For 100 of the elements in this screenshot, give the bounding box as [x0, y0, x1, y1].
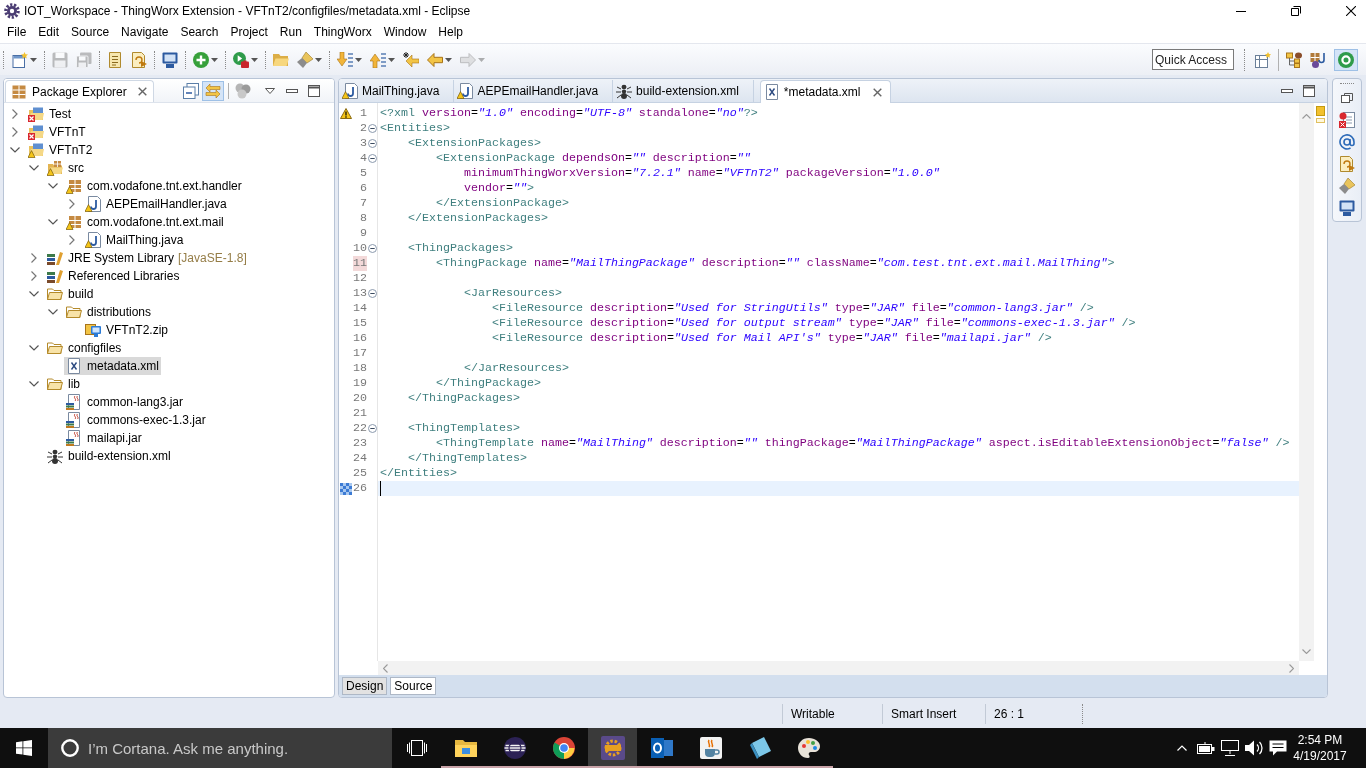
- close-icon: [1345, 6, 1356, 16]
- tree-item[interactable]: VFTnT: [26, 123, 88, 141]
- folder-icon: [454, 739, 477, 757]
- chevron-right-icon[interactable]: [12, 109, 18, 119]
- windows-logo-icon: [16, 740, 32, 756]
- grid-icon: [11, 83, 27, 100]
- collapse-icon[interactable]: [367, 244, 377, 253]
- books-icon: [47, 250, 63, 266]
- code-line: </JarResources>: [464, 361, 569, 376]
- tree-item[interactable]: src: [45, 159, 86, 177]
- tree-item[interactable]: lib: [45, 375, 82, 393]
- minimize-icon[interactable]: [1281, 88, 1293, 93]
- caret-icon: [355, 57, 362, 62]
- chevron-right-icon[interactable]: [69, 199, 75, 209]
- page-tab[interactable]: Source: [390, 677, 437, 695]
- menu-item[interactable]: Navigate: [115, 23, 175, 42]
- line-number: 3: [360, 136, 367, 151]
- editor-state: Writable: [791, 707, 835, 721]
- editor-tab[interactable]: *metadata.xml: [759, 80, 891, 103]
- tree-item[interactable]: com.vodafone.tnt.ext.handler: [64, 177, 244, 195]
- chevron-down-icon[interactable]: [29, 291, 39, 297]
- tree-item[interactable]: VFTnT2: [26, 141, 95, 159]
- chevron-right-icon[interactable]: [31, 253, 37, 263]
- tree-item[interactable]: mailapi.jar: [64, 429, 144, 447]
- collapse-icon[interactable]: [367, 124, 377, 133]
- tree-item[interactable]: com.vodafone.tnt.ext.mail: [64, 213, 226, 231]
- menu-item[interactable]: Help: [432, 23, 469, 42]
- code-line: <ExtensionPackages>: [408, 136, 541, 151]
- code-line: </ThingPackages>: [408, 391, 520, 406]
- editor-tab[interactable]: build-extension.xml: [613, 80, 754, 102]
- code-line: <FileResource description="Used for Mail API's" type="JAR" file="mailapi.jar" />: [492, 331, 1052, 346]
- chevron-down-icon[interactable]: [29, 345, 39, 351]
- link-with-editor-button[interactable]: [202, 80, 224, 101]
- toolbar-button[interactable]: [1336, 109, 1358, 131]
- page-tab[interactable]: Design: [342, 677, 388, 695]
- perspective-button[interactable]: [1334, 48, 1358, 71]
- editor-tab[interactable]: MailThing.java: [339, 80, 455, 102]
- xml-file-icon: [66, 358, 82, 374]
- menu-item[interactable]: ThingWorx: [307, 23, 378, 42]
- chevron-right-icon[interactable]: [31, 271, 37, 281]
- tree-item[interactable]: AEPEmailHandler.java: [83, 195, 229, 213]
- tree-item[interactable]: metadata.xml: [64, 357, 162, 375]
- tree-item[interactable]: Referenced Libraries: [45, 267, 182, 285]
- striped-circle-icon: [503, 737, 526, 759]
- collapse-icon[interactable]: [367, 424, 377, 433]
- chevron-right-icon[interactable]: [69, 235, 75, 245]
- collapse-icon[interactable]: [367, 289, 377, 298]
- chevron-down-icon[interactable]: [48, 183, 58, 189]
- chevron-down-icon[interactable]: [10, 147, 20, 153]
- collapse-icon[interactable]: [367, 154, 377, 163]
- tree-item[interactable]: distributions: [64, 303, 154, 321]
- link-arrows-icon: [205, 82, 221, 99]
- menu-item[interactable]: Search: [174, 23, 225, 42]
- search-field[interactable]: I’m Cortana. Ask me anything.: [48, 728, 392, 768]
- tree-item[interactable]: build-extension.xml: [45, 447, 173, 465]
- line-number: 15: [353, 316, 367, 331]
- chevron-down-icon[interactable]: [48, 309, 58, 315]
- tree-item[interactable]: Test: [26, 105, 73, 123]
- collapse-icon[interactable]: [367, 139, 377, 148]
- quick-access-field[interactable]: Quick Access: [1152, 49, 1234, 70]
- editor-tab[interactable]: AEPEmailHandler.java: [454, 80, 614, 102]
- ant-icon: [616, 83, 633, 99]
- chevron-down-icon[interactable]: [48, 219, 58, 225]
- folder-icon: [66, 304, 82, 320]
- tree-item[interactable]: configfiles: [45, 339, 124, 357]
- chevron-down-icon[interactable]: [29, 165, 39, 171]
- tree-item[interactable]: build: [45, 285, 96, 303]
- forward-icon: [460, 52, 476, 67]
- line-number: 5: [360, 166, 367, 181]
- tilted-tile-icon: [748, 737, 771, 759]
- tree-item[interactable]: commons-exec-1.3.jar: [64, 411, 208, 429]
- tree-item[interactable]: VFTnT2.zip: [83, 321, 170, 339]
- tree-item[interactable]: MailThing.java: [83, 231, 186, 249]
- tree-item[interactable]: JRE System Library [JavaSE-1.8]: [45, 249, 249, 267]
- caret-icon: [478, 57, 485, 62]
- close-icon[interactable]: [137, 87, 147, 96]
- minimize-icon: [286, 88, 298, 93]
- chevron-right-icon[interactable]: [12, 127, 18, 137]
- toolbar-button[interactable]: [1336, 131, 1358, 153]
- collapse-all-button[interactable]: [180, 80, 202, 101]
- menu-item[interactable]: Source: [65, 23, 116, 42]
- ant-icon: [47, 448, 63, 464]
- code-line: <ThingPackages>: [408, 241, 513, 256]
- line-number: 24: [353, 451, 367, 466]
- jar-icon: [66, 430, 82, 446]
- line-number: 26: [353, 481, 367, 496]
- menu-item[interactable]: Edit: [32, 23, 66, 42]
- collapse-all-icon: [183, 82, 199, 99]
- view-tab[interactable]: Package Explorer: [5, 80, 154, 102]
- menu-item[interactable]: Window: [377, 23, 433, 42]
- code-line: <ExtensionPackage dependsOn="" description="": [436, 151, 751, 166]
- menu-item[interactable]: Project: [224, 23, 274, 42]
- menu-item[interactable]: Run: [273, 23, 308, 42]
- maximize-icon[interactable]: [1303, 84, 1315, 97]
- battery-icon: [1197, 742, 1215, 754]
- menu-item[interactable]: File: [1, 23, 33, 42]
- tree-item[interactable]: common-lang3.jar: [64, 393, 186, 411]
- chevron-down-icon[interactable]: [29, 381, 39, 387]
- close-icon[interactable]: [872, 87, 882, 97]
- line-number: 17: [353, 346, 367, 361]
